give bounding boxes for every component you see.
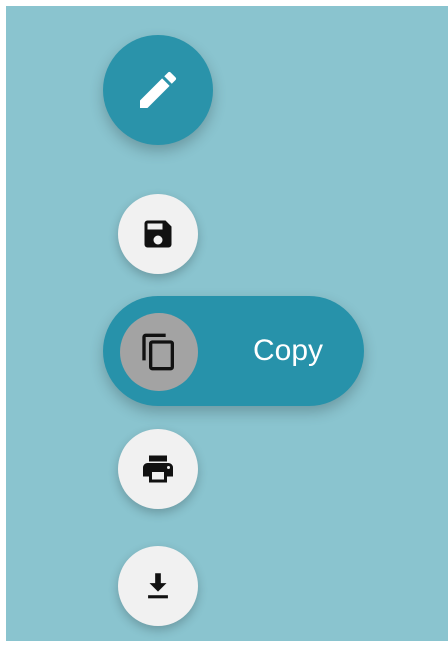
save-button[interactable] <box>118 194 198 274</box>
copy-button[interactable]: Copy <box>103 296 364 406</box>
download-icon <box>141 569 175 603</box>
copy-label: Copy <box>253 334 324 367</box>
copy-icon <box>139 332 179 372</box>
download-button[interactable] <box>118 546 198 626</box>
floppy-disk-icon <box>140 216 176 252</box>
print-button[interactable] <box>118 429 198 509</box>
copy-icon-circle <box>120 313 198 391</box>
speed-dial-area: Copy <box>6 6 448 641</box>
pencil-icon <box>134 66 182 114</box>
printer-icon <box>140 451 176 487</box>
edit-fab-button[interactable] <box>103 35 213 145</box>
